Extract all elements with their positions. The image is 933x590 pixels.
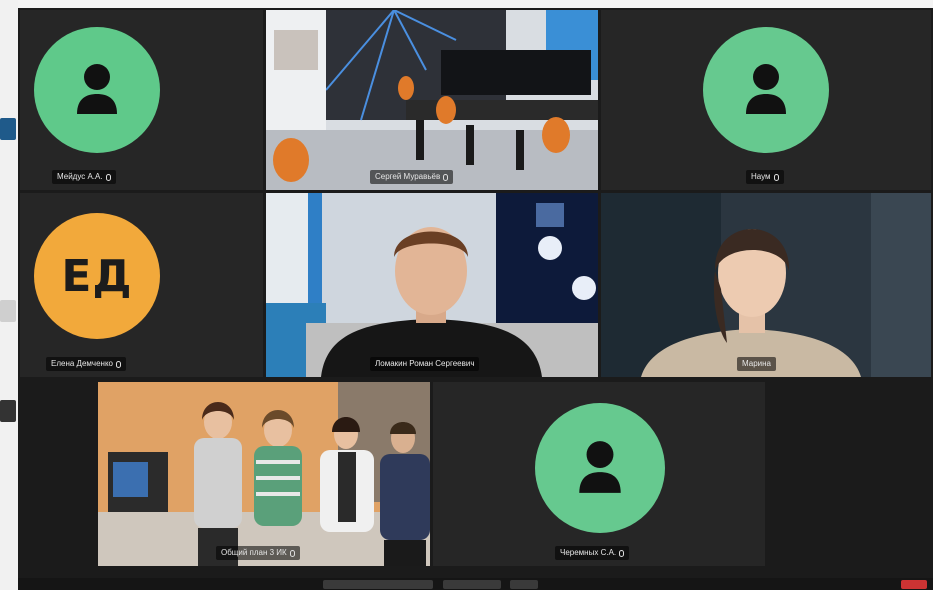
computer-lab-video	[266, 10, 598, 190]
participant-video-tile[interactable]: Общий план 3 ИК	[98, 382, 430, 566]
desktop-top-strip	[0, 0, 933, 8]
meeting-toolbar	[18, 578, 933, 590]
participant-tile[interactable]: Мейдус А.А.	[20, 10, 263, 190]
mic-muted-icon	[619, 549, 625, 557]
participant-name-label: Марина	[737, 357, 776, 371]
participant-tile[interactable]: ЕД Елена Демченко	[20, 193, 263, 377]
taskbar-app-icon[interactable]	[0, 118, 16, 140]
toolbar-button[interactable]	[443, 580, 501, 589]
participant-name-label: Елена Демченко	[46, 357, 126, 371]
avatar: ЕД	[34, 213, 160, 339]
desktop-left-strip	[0, 0, 18, 590]
person-icon	[579, 441, 621, 493]
group-photo-video	[98, 382, 430, 566]
person-icon	[77, 64, 117, 114]
avatar-initials: ЕД	[61, 250, 133, 302]
man-in-office-video	[266, 193, 598, 377]
avatar	[34, 27, 160, 153]
participant-tile[interactable]: Наум	[601, 10, 931, 190]
video-conference-window: Мейдус А.А. Сергей Муравьёв Наум ЕД Елен…	[18, 8, 933, 590]
mic-muted-icon	[289, 549, 295, 557]
participant-name-label: Черемных С.А.	[555, 546, 630, 560]
participant-name-label: Наум	[746, 170, 784, 184]
taskbar-app-icon[interactable]	[0, 300, 16, 322]
mic-muted-icon	[105, 173, 111, 181]
participant-video-tile[interactable]: Ломакин Роман Сергеевич	[266, 193, 598, 377]
mic-muted-icon	[115, 360, 121, 368]
participant-name-label: Ломакин Роман Сергеевич	[370, 357, 480, 371]
active-speaker-tile[interactable]: Марина	[601, 193, 931, 377]
avatar	[535, 403, 665, 533]
participant-name-label: Общий план 3 ИК	[216, 546, 300, 560]
taskbar-app-icon[interactable]	[0, 400, 16, 422]
participant-name-label: Сергей Муравьёв	[370, 170, 454, 184]
toolbar-button[interactable]	[510, 580, 538, 589]
mic-muted-icon	[443, 173, 449, 181]
leave-call-button[interactable]	[901, 580, 927, 589]
avatar	[703, 27, 829, 153]
mic-muted-icon	[773, 173, 779, 181]
participant-tile[interactable]: Черемных С.А.	[433, 382, 765, 566]
participant-name-label: Мейдус А.А.	[52, 170, 116, 184]
person-icon	[746, 64, 786, 114]
toolbar-button[interactable]	[323, 580, 433, 589]
woman-webcam-video	[601, 193, 931, 377]
participant-video-tile[interactable]: Сергей Муравьёв	[266, 10, 598, 190]
